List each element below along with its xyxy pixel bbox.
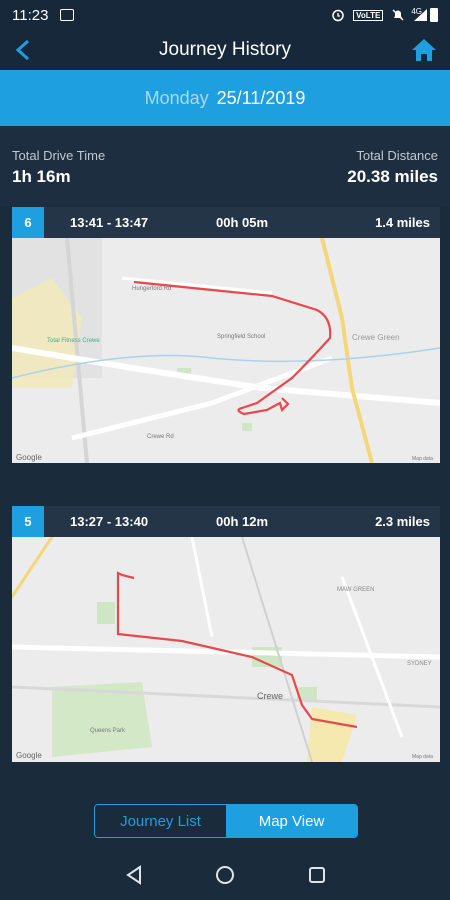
journey-time-range: 13:27 - 13:40 <box>70 514 149 529</box>
journey-number: 5 <box>12 506 44 537</box>
nav-recents-icon[interactable] <box>304 862 330 888</box>
page-title: Journey History <box>159 39 291 60</box>
nav-back-icon[interactable] <box>121 862 147 888</box>
map-park-label: Queens Park <box>90 728 126 734</box>
view-toggle: Journey List Map View <box>94 804 358 838</box>
date-bar[interactable]: Monday 25/11/2019 <box>0 70 450 126</box>
system-nav-bar <box>0 850 450 900</box>
back-button[interactable] <box>8 34 40 66</box>
journey-time-range: 13:41 - 13:47 <box>70 215 149 230</box>
total-distance-value: 20.38 miles <box>347 167 438 186</box>
journey-header: 6 13:41 - 13:47 00h 05m 1.4 miles <box>12 207 440 238</box>
status-icons: VoLTE 4G <box>331 6 438 22</box>
total-distance-label: Total Distance <box>356 148 438 163</box>
google-logo: Google <box>16 453 42 462</box>
journey-map[interactable]: MAW GREEN Crewe Queens Park SYDNEY Googl… <box>12 537 440 762</box>
map-poi-label: Total Fitness Crewe <box>47 338 100 344</box>
total-drive-time: Total Drive Time 1h 16m <box>12 148 105 187</box>
map-area-label: SYDNEY <box>407 661 432 667</box>
app-bar: Journey History <box>0 30 450 70</box>
journey-number: 6 <box>12 207 44 238</box>
journey-card[interactable]: 6 13:41 - 13:47 00h 05m 1.4 miles Hunger… <box>12 207 440 463</box>
totals-panel: Total Drive Time 1h 16m Total Distance 2… <box>0 126 450 206</box>
map-attribution: Map data <box>412 754 433 760</box>
map-attribution: Map data <box>412 456 433 462</box>
date-day: Monday <box>144 87 209 108</box>
journey-header: 5 13:27 - 13:40 00h 12m 2.3 miles <box>12 506 440 537</box>
map-view-tab[interactable]: Map View <box>226 805 357 837</box>
map-area-label: MAW GREEN <box>337 587 374 593</box>
notifications-muted-icon <box>392 9 404 21</box>
nav-home-icon[interactable] <box>212 862 238 888</box>
home-button[interactable] <box>408 34 440 66</box>
map-road-label: Crewe Rd <box>147 434 174 440</box>
journey-distance: 2.3 miles <box>375 514 430 529</box>
status-time: 11:23 <box>12 6 49 24</box>
map-school-label: Springfield School <box>217 334 265 340</box>
date-value: 25/11/2019 <box>216 87 306 108</box>
journey-duration: 00h 05m <box>216 215 269 230</box>
journey-card[interactable]: 5 13:27 - 13:40 00h 12m 2.3 miles MAW GR… <box>12 506 440 762</box>
map-town-label: Crewe <box>257 691 283 701</box>
back-arrow-icon <box>15 39 30 61</box>
total-drive-time-value: 1h 16m <box>12 167 71 186</box>
journey-list-tab[interactable]: Journey List <box>95 805 226 837</box>
map-road-label: Hungerford Rd <box>132 286 171 292</box>
home-icon <box>412 39 436 61</box>
gallery-notification-icon <box>60 9 75 21</box>
status-bar: 11:23 VoLTE 4G <box>0 0 450 30</box>
journey-duration: 00h 12m <box>216 514 269 529</box>
journey-distance: 1.4 miles <box>375 215 430 230</box>
map-area-label: Crewe Green <box>352 333 400 342</box>
total-distance: Total Distance 20.38 miles <box>347 148 438 187</box>
alarm-icon <box>332 9 344 22</box>
battery-icon <box>430 8 438 22</box>
google-logo: Google <box>16 751 42 760</box>
volte-badge: VoLTE <box>353 9 384 21</box>
network-type: 4G <box>411 6 422 16</box>
journey-map[interactable]: Hungerford Rd Springfield School Crewe G… <box>12 238 440 463</box>
total-drive-time-label: Total Drive Time <box>12 148 106 163</box>
